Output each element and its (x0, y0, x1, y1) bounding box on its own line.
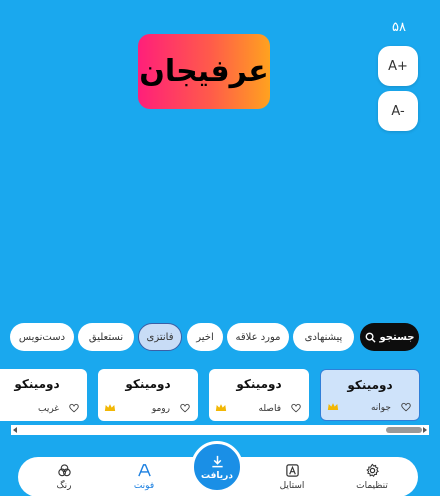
font-name: رومو (151, 404, 170, 414)
style-icon (285, 464, 299, 477)
nav-label: فونت (133, 481, 155, 491)
font-preview: دومینکو (236, 377, 282, 391)
increase-size-button[interactable]: A+ (378, 46, 418, 86)
font-card[interactable]: دومینکو رومو (98, 369, 198, 421)
chip-fantasy[interactable]: فانتزی (138, 323, 182, 351)
nav-label: رنگ (56, 481, 72, 491)
font-icon (137, 464, 151, 477)
search-icon (365, 332, 376, 343)
art-preview[interactable]: عرفیجان (138, 34, 270, 109)
chip-search[interactable]: جستجو (360, 323, 419, 351)
font-preview: دومینکو (347, 378, 393, 392)
crown-icon (104, 404, 116, 411)
chip-label: جستجو (379, 331, 415, 343)
scroll-right-arrow[interactable] (423, 427, 427, 433)
nav-color[interactable]: رنگ (34, 457, 94, 496)
heart-icon[interactable] (291, 403, 301, 413)
scroll-thumb[interactable] (386, 427, 422, 433)
decrease-size-button[interactable]: A- (378, 91, 418, 131)
font-name: فاصله (258, 404, 282, 414)
download-button[interactable]: دریافت (191, 441, 243, 493)
scroll-left-arrow[interactable] (13, 427, 17, 433)
nav-settings[interactable]: تنظیمات (342, 457, 402, 496)
font-name: جوانه (370, 403, 391, 413)
category-chips: جستجو پیشنهادی مورد علاقه اخیر فانتزی نس… (0, 323, 440, 351)
chip-favorites[interactable]: مورد علاقه (227, 323, 289, 351)
heart-icon[interactable] (180, 403, 190, 413)
font-name: غریب (37, 404, 59, 414)
font-list: دومینکو جوانه دومینکو فاصله دومینکو رومو… (0, 369, 440, 421)
nav-font[interactable]: فونت (114, 457, 174, 496)
heart-icon[interactable] (69, 403, 79, 413)
font-card[interactable]: دومینکو فاصله (209, 369, 309, 421)
nav-style[interactable]: استایل (262, 457, 322, 496)
chip-suggested[interactable]: پیشنهادی (293, 323, 354, 351)
counter: ۵۸ (392, 20, 406, 35)
chip-recent[interactable]: اخیر (187, 323, 223, 351)
nav-label: استایل (279, 481, 305, 491)
font-preview: دومینکو (125, 377, 171, 391)
heart-icon[interactable] (401, 402, 411, 412)
nav-label: تنظیمات (356, 481, 388, 491)
font-preview: دومینکو (14, 377, 60, 391)
font-card[interactable]: دومینکو جوانه (320, 369, 420, 421)
chip-nastaliq[interactable]: نستعلیق (78, 323, 134, 351)
font-card[interactable]: دومینکو غریب (0, 369, 87, 421)
download-icon (211, 455, 223, 467)
crown-icon (327, 403, 339, 410)
crown-icon (215, 404, 227, 411)
art-text: عرفیجان (139, 54, 270, 89)
download-label: دریافت (201, 470, 233, 481)
color-icon (57, 464, 71, 477)
gear-icon (365, 463, 379, 478)
horizontal-scrollbar[interactable] (11, 425, 429, 435)
chip-handwriting[interactable]: دست‌نویس (10, 323, 74, 351)
